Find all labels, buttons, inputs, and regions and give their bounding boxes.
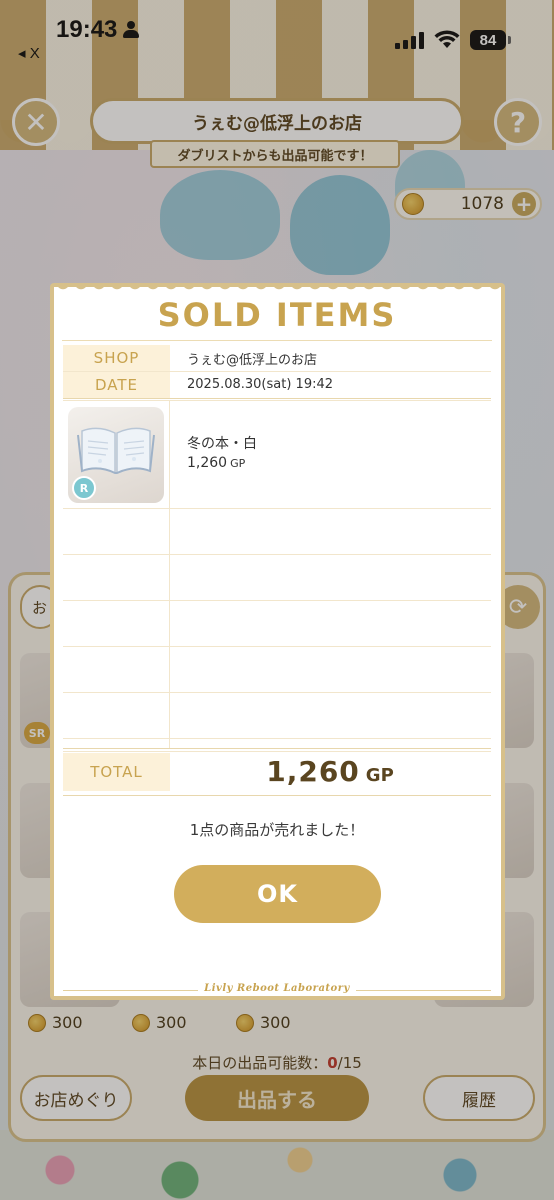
- brand-footer: Livly Reboot Laboratory: [0, 983, 554, 994]
- table-row-divider: [63, 646, 491, 647]
- divider: [63, 751, 491, 752]
- rarity-badge: R: [72, 476, 96, 500]
- table-row-divider: [63, 554, 491, 555]
- total-value: 1,260 GP: [180, 753, 480, 791]
- divider: [63, 748, 491, 749]
- shop-label: SHOP: [63, 345, 170, 371]
- divider: [62, 340, 492, 341]
- ok-button[interactable]: OK: [174, 865, 381, 923]
- item-price-value: 1,260: [187, 455, 228, 471]
- date-value: 2025.08.30(sat) 19:42: [187, 377, 334, 392]
- brand-name: Livly Reboot Laboratory: [198, 983, 356, 994]
- divider: [63, 400, 491, 401]
- sold-message: 1点の商品が売れました！: [189, 821, 365, 839]
- item-price-unit: GP: [230, 457, 246, 470]
- total-unit: GP: [365, 765, 394, 786]
- table-row-divider: [63, 600, 491, 601]
- open-book-icon: [77, 427, 155, 475]
- table-column-divider: [169, 400, 170, 748]
- divider: [63, 795, 491, 796]
- receipt-scallop-edge: [54, 283, 501, 293]
- table-row-divider: [63, 692, 491, 693]
- total-label: TOTAL: [63, 753, 170, 791]
- shop-value: うぇむ@低浮上のお店: [187, 353, 318, 368]
- table-row-divider: [63, 508, 491, 509]
- dialog-title: SOLD ITEMS: [157, 296, 397, 334]
- table-row-divider: [63, 738, 491, 739]
- divider: [63, 398, 491, 399]
- date-label: DATE: [63, 372, 170, 398]
- item-price: 1,260 GP: [187, 455, 245, 471]
- item-name: 冬の本・白: [187, 436, 257, 452]
- total-amount: 1,260: [266, 755, 360, 788]
